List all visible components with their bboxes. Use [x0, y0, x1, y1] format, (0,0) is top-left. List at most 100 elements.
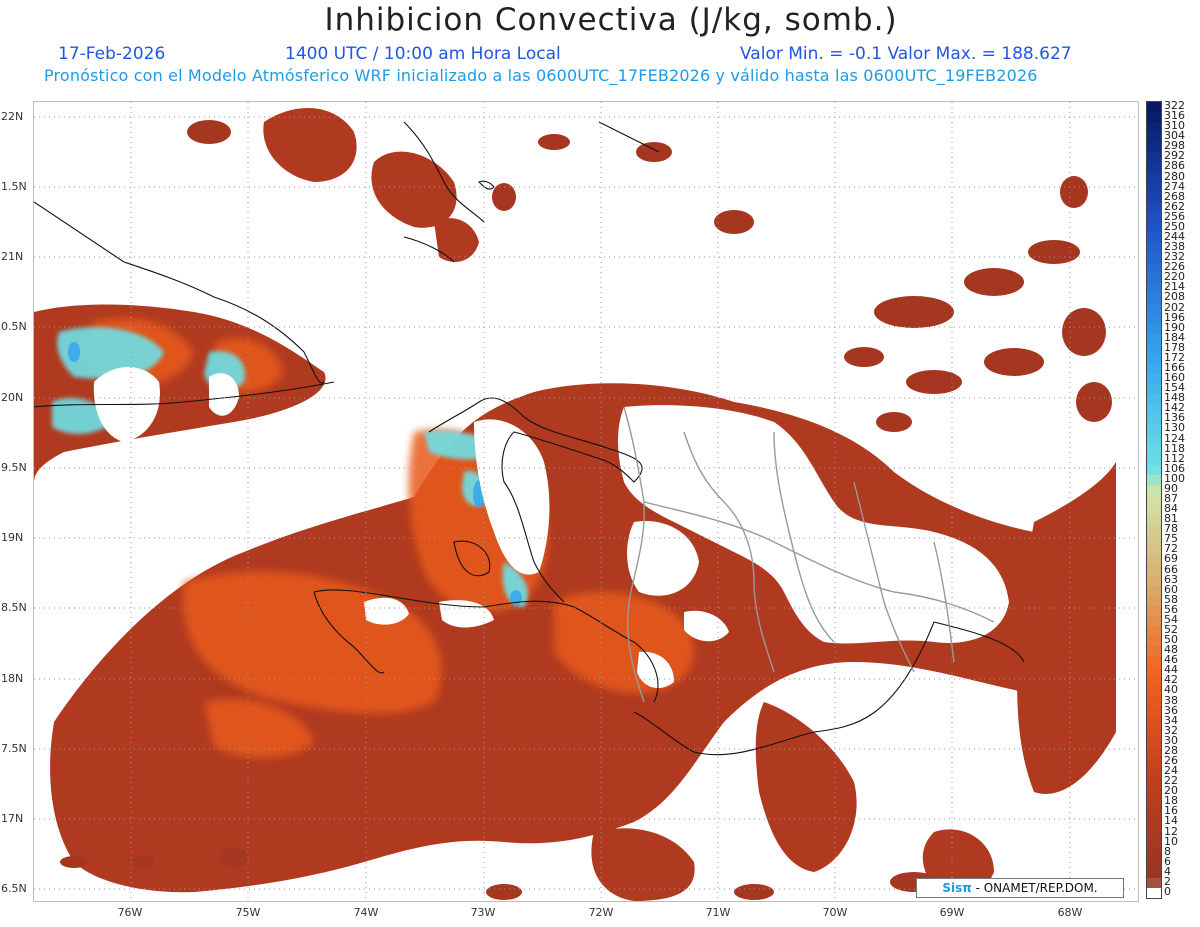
- cin-field-map: [34, 102, 1138, 901]
- colorbar-segment: [1147, 353, 1161, 365]
- colorbar-segment: [1147, 424, 1161, 436]
- credit-text: - ONAMET/REP.DOM.: [971, 881, 1098, 895]
- colorbar-segment: [1147, 525, 1161, 536]
- colorbar-segment: [1147, 222, 1161, 234]
- colorbar-segment: [1147, 515, 1161, 526]
- colorbar-segment: [1147, 273, 1161, 284]
- colorbar-segment: [1147, 414, 1161, 426]
- colorbar-segment: [1147, 867, 1161, 879]
- lat-label: 17N: [1, 812, 24, 825]
- colorbar-segment: [1147, 404, 1161, 415]
- colorbar-segment: [1147, 112, 1161, 123]
- lon-label: 68W: [1057, 906, 1083, 919]
- lat-label: 20N: [1, 391, 24, 404]
- colorbar-segment: [1147, 817, 1161, 829]
- forecast-time: 1400 UTC / 10:00 am Hora Local: [285, 44, 561, 64]
- colorbar-segment: [1147, 122, 1161, 133]
- colorbar-segment: [1147, 212, 1161, 224]
- colorbar-segment: [1147, 595, 1161, 607]
- colorbar-segment: [1147, 192, 1161, 204]
- colorbar-segment: [1147, 767, 1161, 778]
- lat-label: 22N: [1, 110, 24, 123]
- colorbar-segment: [1147, 454, 1161, 466]
- colorbar-segment: [1147, 726, 1161, 738]
- colorbar-segment: [1147, 535, 1161, 546]
- colorbar-segment: [1147, 615, 1161, 627]
- colorbar-segment: [1147, 162, 1161, 174]
- colorbar-segment: [1147, 696, 1161, 708]
- lat-label: 18N: [1, 672, 24, 685]
- colorbar-segment: [1147, 394, 1161, 405]
- colorbar-segment: [1147, 716, 1161, 728]
- colorbar-segment: [1147, 333, 1161, 345]
- colorbar-tick-label: 0: [1164, 884, 1171, 898]
- colorbar-segment: [1147, 545, 1161, 556]
- colorbar-segment: [1147, 363, 1161, 375]
- colorbar-segment: [1147, 646, 1161, 657]
- colorbar-segment: [1147, 343, 1161, 355]
- colorbar-segment: [1147, 736, 1161, 748]
- colorbar-segment: [1147, 625, 1161, 637]
- colorbar-segment: [1147, 263, 1161, 274]
- lon-label: 71W: [705, 906, 731, 919]
- forecast-date: 17-Feb-2026: [58, 44, 166, 64]
- colorbar-segment: [1147, 877, 1161, 889]
- lat-label: 21N: [1, 250, 24, 263]
- colorbar-segment: [1147, 847, 1161, 859]
- colorbar-segment: [1147, 142, 1161, 153]
- lon-label: 69W: [939, 906, 965, 919]
- colorbar-segment: [1147, 293, 1161, 305]
- sispi-logo: Sisπ: [942, 881, 972, 895]
- colorbar-segment: [1147, 102, 1161, 113]
- colorbar-segment: [1147, 232, 1161, 244]
- lon-label: 73W: [470, 906, 496, 919]
- colorbar-segment: [1147, 565, 1161, 577]
- colorbar-segment: [1147, 777, 1161, 788]
- colorbar-segment: [1147, 253, 1161, 264]
- colorbar-segment: [1147, 887, 1161, 898]
- colorbar-segment: [1147, 283, 1161, 295]
- lat-label: 9.5N: [1, 461, 27, 474]
- cin-field-rust: [34, 108, 1116, 901]
- colorbar-segment: [1147, 636, 1161, 647]
- colorbar-segment: [1147, 172, 1161, 184]
- lat-label: 19N: [1, 531, 24, 544]
- colorbar-segment: [1147, 434, 1161, 446]
- colorbar-segment: [1147, 182, 1161, 194]
- colorbar-segment: [1147, 555, 1161, 567]
- lon-label: 72W: [588, 906, 614, 919]
- colorbar-segment: [1147, 494, 1161, 506]
- colorbar-segment: [1147, 656, 1161, 667]
- colorbar-segment: [1147, 686, 1161, 698]
- lat-label: 7.5N: [1, 742, 27, 755]
- colorbar-segment: [1147, 132, 1161, 143]
- colorbar-segment: [1147, 585, 1161, 597]
- colorbar-segment: [1147, 303, 1161, 315]
- colorbar-segment: [1147, 756, 1161, 768]
- lat-label: 8.5N: [1, 601, 27, 614]
- colorbar-segment: [1147, 605, 1161, 617]
- colorbar-segment: [1147, 837, 1161, 849]
- lat-label: 0.5N: [1, 320, 27, 333]
- min-max-values: Valor Min. = -0.1 Valor Max. = 188.627: [740, 44, 1072, 64]
- colorbar-segment: [1147, 374, 1161, 385]
- colorbar: [1146, 101, 1162, 899]
- lon-label: 76W: [117, 906, 143, 919]
- colorbar-segment: [1147, 827, 1161, 839]
- colorbar-segment: [1147, 857, 1161, 869]
- colorbar-segment: [1147, 384, 1161, 395]
- colorbar-segment: [1147, 313, 1161, 325]
- lat-label: 6.5N: [1, 882, 27, 895]
- lon-label: 75W: [235, 906, 261, 919]
- colorbar-segment: [1147, 797, 1161, 808]
- lon-label: 74W: [353, 906, 379, 919]
- colorbar-segment: [1147, 323, 1161, 335]
- model-description: Pronóstico con el Modelo Atmósferico WRF…: [44, 66, 1038, 85]
- colorbar-segment: [1147, 474, 1161, 486]
- map-plot-area: [33, 101, 1139, 902]
- colorbar-segment: [1147, 746, 1161, 758]
- colorbar-segment: [1147, 575, 1161, 587]
- credit-box: Sisπ - ONAMET/REP.DOM.: [916, 878, 1124, 898]
- colorbar-segment: [1147, 243, 1161, 254]
- colorbar-segment: [1147, 202, 1161, 214]
